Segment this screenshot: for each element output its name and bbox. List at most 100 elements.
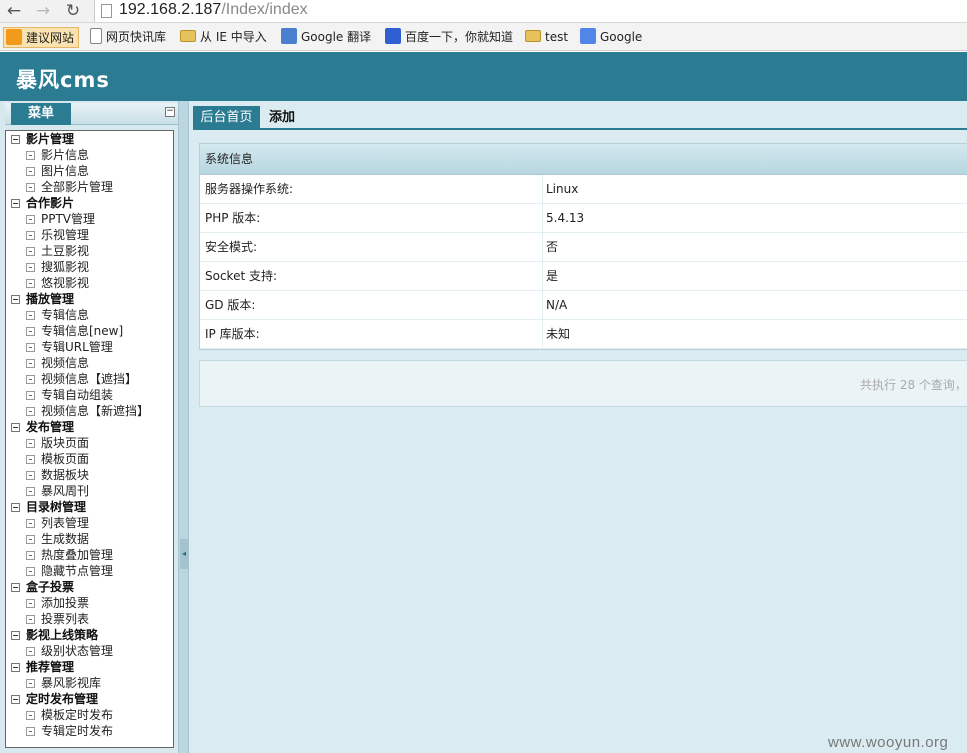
info-row: 服务器操作系统: Linux bbox=[200, 175, 967, 204]
menu-item[interactable]: 影片信息 bbox=[6, 147, 173, 163]
menu-item[interactable]: 专辑信息[new] bbox=[6, 323, 173, 339]
tree-node-icon bbox=[26, 471, 35, 480]
app-header: 暴风cms bbox=[0, 52, 967, 101]
bookmark-import-from-ie[interactable]: 从 IE 中导入 bbox=[180, 27, 267, 47]
menu-group-title[interactable]: 盒子投票 bbox=[6, 579, 173, 595]
menu-item-label: 级别状态管理 bbox=[41, 644, 114, 658]
query-count-text: 共执行 28 个查询， bbox=[860, 378, 967, 392]
tab-admin-home[interactable]: 后台首页 bbox=[193, 106, 260, 130]
menu-group-title[interactable]: 目录树管理 bbox=[6, 499, 173, 515]
menu-item[interactable]: 生成数据 bbox=[6, 531, 173, 547]
tree-node-icon bbox=[26, 327, 35, 336]
address-bar[interactable]: 192.168.2.187/Index/index bbox=[94, 0, 967, 22]
tree-node-icon bbox=[26, 551, 35, 560]
menu-group-label: 影视上线策略 bbox=[26, 628, 99, 642]
info-key: IP 库版本: bbox=[205, 327, 260, 341]
collapse-toggle-icon[interactable] bbox=[11, 135, 20, 144]
bookmark-web-slice-gallery[interactable]: 网页快讯库 bbox=[90, 27, 166, 47]
menu-item-label: 暴风周刊 bbox=[41, 484, 90, 498]
back-arrow-icon[interactable]: ← bbox=[4, 1, 24, 21]
bookmark-test[interactable]: test bbox=[525, 27, 568, 47]
menu-item[interactable]: 添加投票 bbox=[6, 595, 173, 611]
tree-node-icon bbox=[26, 167, 35, 176]
collapse-toggle-icon[interactable] bbox=[11, 423, 20, 432]
info-row: Socket 支持: 是 bbox=[200, 262, 967, 291]
menu-item[interactable]: 图片信息 bbox=[6, 163, 173, 179]
menu-item[interactable]: 全部影片管理 bbox=[6, 179, 173, 195]
menu-group-label: 定时发布管理 bbox=[26, 692, 99, 706]
menu-group-title[interactable]: 影视上线策略 bbox=[6, 627, 173, 643]
collapse-toggle-icon[interactable] bbox=[11, 295, 20, 304]
column-divider bbox=[542, 262, 543, 291]
tree-node-icon bbox=[26, 375, 35, 384]
page-icon bbox=[101, 4, 112, 18]
menu-item[interactable]: 级别状态管理 bbox=[6, 643, 173, 659]
menu-group-title[interactable]: 发布管理 bbox=[6, 419, 173, 435]
menu-group-title[interactable]: 定时发布管理 bbox=[6, 691, 173, 707]
collapse-toggle-icon[interactable] bbox=[11, 199, 20, 208]
menu-item[interactable]: 暴风周刊 bbox=[6, 483, 173, 499]
menu-item[interactable]: 专辑URL管理 bbox=[6, 339, 173, 355]
menu-tree: 影片管理 影片信息 图片信息 全部影片管理 合作影片 PPTV管理 乐视管理 土豆影视 搜狐影视… bbox=[6, 131, 173, 739]
menu-tab[interactable]: 菜单 bbox=[11, 103, 71, 125]
menu-item[interactable]: 暴风影视库 bbox=[6, 675, 173, 691]
collapse-toggle-icon[interactable] bbox=[11, 583, 20, 592]
menu-item[interactable]: 专辑定时发布 bbox=[6, 723, 173, 739]
menu-item[interactable]: 乐视管理 bbox=[6, 227, 173, 243]
bookmark-google[interactable]: Google bbox=[580, 27, 642, 47]
menu-group-title[interactable]: 影片管理 bbox=[6, 131, 173, 147]
info-key: 服务器操作系统: bbox=[205, 182, 294, 196]
bookmark-suggested-sites[interactable]: 建议网站 bbox=[3, 27, 80, 48]
bookmark-google-translate[interactable]: Google 翻译 bbox=[281, 27, 371, 47]
menu-item[interactable]: 土豆影视 bbox=[6, 243, 173, 259]
tree-node-icon bbox=[26, 279, 35, 288]
page-icon bbox=[90, 28, 102, 44]
bookmark-baidu[interactable]: 百度一下，你就知道 bbox=[385, 27, 513, 47]
menu-group-title[interactable]: 播放管理 bbox=[6, 291, 173, 307]
info-value: 未知 bbox=[546, 327, 571, 341]
menu-item[interactable]: 视频信息 bbox=[6, 355, 173, 371]
tree-node-icon bbox=[26, 407, 35, 416]
collapse-icon[interactable]: − bbox=[165, 107, 175, 117]
menu-item[interactable]: PPTV管理 bbox=[6, 211, 173, 227]
collapse-toggle-icon[interactable] bbox=[11, 631, 20, 640]
menu-item[interactable]: 专辑信息 bbox=[6, 307, 173, 323]
tree-node-icon bbox=[26, 519, 35, 528]
menu-item[interactable]: 版块页面 bbox=[6, 435, 173, 451]
menu-item[interactable]: 投票列表 bbox=[6, 611, 173, 627]
menu-item[interactable]: 视频信息【新遮挡】 bbox=[6, 403, 173, 419]
menu-item[interactable]: 模板页面 bbox=[6, 451, 173, 467]
collapse-toggle-icon[interactable] bbox=[11, 503, 20, 512]
info-value: 是 bbox=[546, 269, 559, 283]
menu-item[interactable]: 搜狐影视 bbox=[6, 259, 173, 275]
tree-node-icon bbox=[26, 183, 35, 192]
menu-item[interactable]: 悠视影视 bbox=[6, 275, 173, 291]
tab-add[interactable]: 添加 bbox=[261, 106, 303, 130]
info-value: N/A bbox=[546, 298, 568, 312]
tree-node-icon bbox=[26, 599, 35, 608]
collapse-toggle-icon[interactable] bbox=[11, 663, 20, 672]
panel-title: 系统信息 bbox=[200, 144, 967, 175]
menu-item-label: 数据板块 bbox=[41, 468, 90, 482]
menu-item[interactable]: 模板定时发布 bbox=[6, 707, 173, 723]
menu-item-label: 乐视管理 bbox=[41, 228, 90, 242]
url-path: /Index/index bbox=[221, 1, 308, 18]
menu-item[interactable]: 视频信息【遮挡】 bbox=[6, 371, 173, 387]
menu-item-label: 专辑信息 bbox=[41, 308, 90, 322]
menu-item[interactable]: 列表管理 bbox=[6, 515, 173, 531]
menu-header: 菜单 − bbox=[5, 103, 178, 125]
menu-group-title[interactable]: 推荐管理 bbox=[6, 659, 173, 675]
collapse-arrow-icon[interactable]: ◂ bbox=[180, 539, 188, 569]
reload-icon[interactable]: ↻ bbox=[63, 1, 83, 21]
sidebar-splitter[interactable]: ◂ bbox=[178, 101, 189, 753]
forward-arrow-icon[interactable]: → bbox=[33, 1, 53, 21]
menu-item[interactable]: 专辑自动组装 bbox=[6, 387, 173, 403]
menu-item-label: 专辑URL管理 bbox=[41, 340, 113, 354]
main-content: 后台首页 添加 系统信息 服务器操作系统: Linux PHP 版本: 5.4.13 安… bbox=[189, 101, 967, 753]
menu-item-label: PPTV管理 bbox=[41, 212, 96, 226]
menu-item[interactable]: 隐藏节点管理 bbox=[6, 563, 173, 579]
menu-item[interactable]: 数据板块 bbox=[6, 467, 173, 483]
menu-item[interactable]: 热度叠加管理 bbox=[6, 547, 173, 563]
menu-group-title[interactable]: 合作影片 bbox=[6, 195, 173, 211]
collapse-toggle-icon[interactable] bbox=[11, 695, 20, 704]
